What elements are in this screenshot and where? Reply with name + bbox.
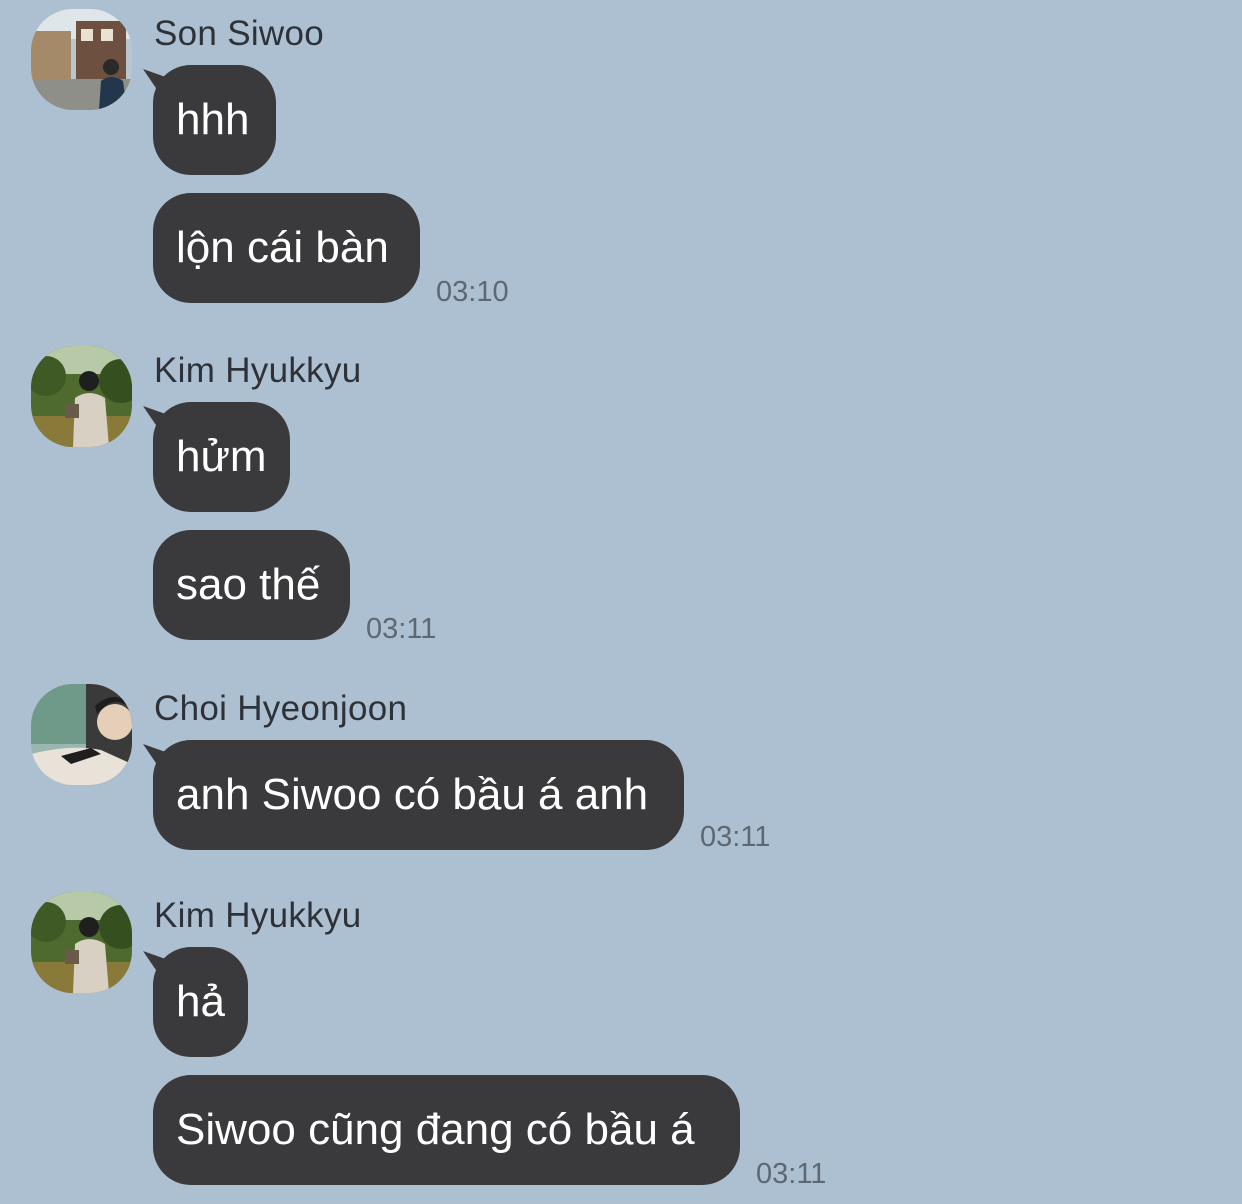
chat-area[interactable]: Son Siwoo hhh lộn cái bàn 03:10 Kim Hyuk…: [0, 0, 1242, 1204]
sender-name: Kim Hyukkyu: [154, 351, 362, 390]
sender-name: Kim Hyukkyu: [154, 896, 362, 935]
message-timestamp: 03:10: [436, 276, 509, 308]
avatar-choi-hyeonjoon[interactable]: [31, 684, 132, 785]
profile-photo-street-icon: [31, 9, 132, 110]
profile-photo-selfie-icon: [31, 684, 132, 785]
avatar-son-siwoo[interactable]: [31, 9, 132, 110]
profile-photo-park-icon: [31, 346, 132, 447]
message-bubble[interactable]: lộn cái bàn: [153, 193, 420, 303]
message-bubble[interactable]: anh Siwoo có bầu á anh: [153, 740, 684, 850]
message-timestamp: 03:11: [756, 1158, 827, 1190]
avatar-kim-hyukkyu[interactable]: [31, 892, 132, 993]
message-bubble[interactable]: sao thế: [153, 530, 350, 640]
message-timestamp: 03:11: [700, 821, 771, 853]
profile-photo-park-icon: [31, 892, 132, 993]
message-bubble[interactable]: hhh: [153, 65, 276, 175]
message-bubble[interactable]: hả: [153, 947, 248, 1057]
message-bubble[interactable]: hửm: [153, 402, 290, 512]
sender-name: Choi Hyeonjoon: [154, 689, 408, 728]
sender-name: Son Siwoo: [154, 14, 325, 53]
message-timestamp: 03:11: [366, 613, 437, 645]
message-bubble[interactable]: Siwoo cũng đang có bầu á: [153, 1075, 740, 1185]
avatar-kim-hyukkyu[interactable]: [31, 346, 132, 447]
